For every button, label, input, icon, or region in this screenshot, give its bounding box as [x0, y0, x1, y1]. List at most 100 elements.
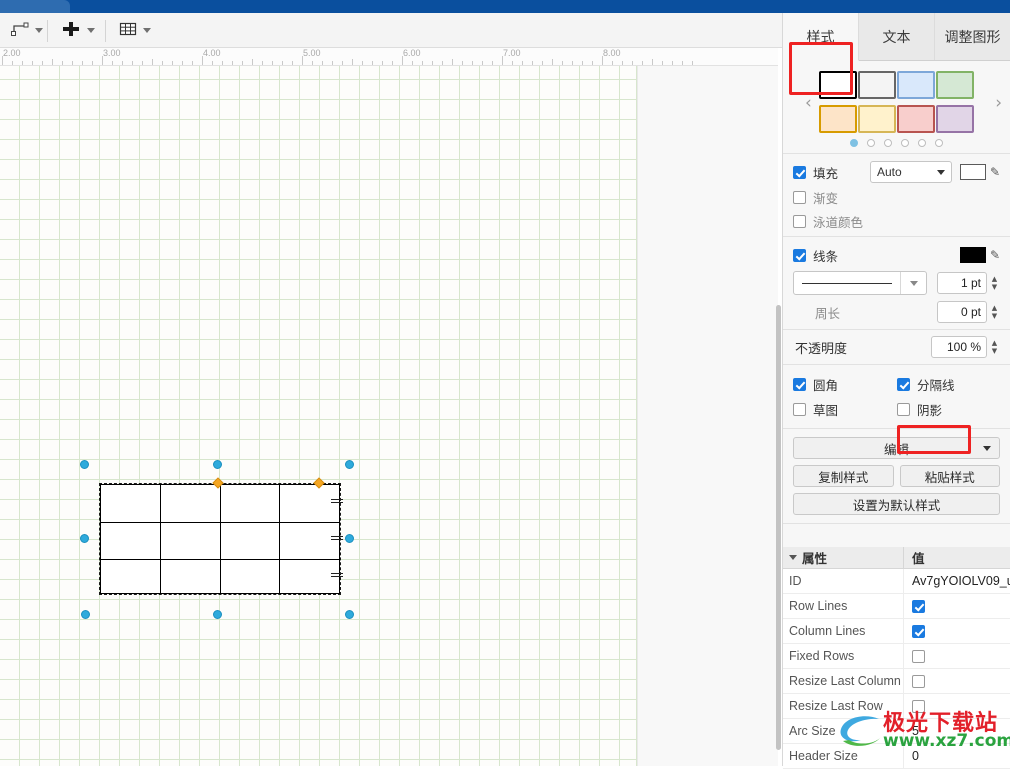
line-style-dropdown[interactable] [900, 272, 926, 294]
line-color-swatch[interactable] [959, 247, 986, 263]
resize-handle-top-left[interactable] [80, 460, 89, 469]
canvas-vertical-scrollbar[interactable] [775, 66, 782, 766]
edit-button[interactable]: 编辑 [793, 437, 1000, 459]
fill-style-select[interactable]: Auto [869, 161, 952, 183]
sketch-checkbox[interactable] [793, 402, 806, 416]
tab-text[interactable]: 文本 [859, 13, 935, 60]
swatch-page-dot[interactable] [901, 139, 909, 147]
swatch-page-dot[interactable] [918, 139, 926, 147]
swatch-page-dot[interactable] [867, 139, 875, 147]
tab-style-label: 样式 [806, 28, 835, 45]
line-checkbox[interactable] [793, 248, 806, 262]
ruler-tick [192, 61, 193, 65]
swatch-prev-arrow[interactable]: ‹ [805, 93, 812, 113]
swimlane-color-checkbox[interactable] [793, 215, 806, 228]
ruler-tick [222, 61, 223, 65]
property-checkbox[interactable] [912, 674, 925, 688]
eyedropper-icon[interactable]: ✎ [990, 248, 1000, 262]
ruler-label: 3.00 [103, 48, 121, 58]
property-checkbox[interactable] [912, 649, 925, 663]
line-style-row: 1 pt ▲ ▼ [793, 270, 1000, 296]
property-checkbox[interactable] [912, 624, 925, 638]
divider-checkbox[interactable] [897, 377, 910, 391]
ruler-tick [252, 59, 253, 65]
diagram-canvas[interactable] [0, 66, 637, 766]
line-width-input[interactable]: 1 pt [937, 272, 987, 294]
line-width-stepper[interactable]: ▲ ▼ [989, 275, 1000, 291]
insert-dropdown-caret[interactable] [87, 28, 95, 33]
copy-style-button[interactable]: 复制样式 [793, 465, 894, 487]
table-dropdown-caret[interactable] [143, 28, 151, 33]
format-panel-tabs: 样式 文本 调整图形 [783, 13, 1010, 61]
ruler-tick [272, 61, 273, 65]
perimeter-input[interactable]: 0 pt [937, 301, 987, 323]
ruler-tick [362, 61, 363, 65]
line-label: 线条 [813, 249, 839, 264]
waypoint-button[interactable] [8, 19, 48, 43]
ruler-tick [202, 56, 203, 65]
shadow-checkbox[interactable] [897, 402, 910, 416]
row-resize-grip[interactable] [331, 499, 343, 506]
opacity-input[interactable]: 100 % [931, 336, 987, 358]
row-resize-grip[interactable] [331, 536, 343, 543]
canvas-scrollbar-thumb[interactable] [776, 305, 781, 750]
property-value[interactable]: 0 [903, 744, 1010, 768]
perimeter-row: 周长 0 pt ▲ ▼ [793, 299, 1000, 325]
style-swatch[interactable] [858, 71, 896, 99]
ruler-tick [542, 61, 543, 65]
tab-arrange[interactable]: 调整图形 [935, 13, 1010, 60]
swatch-page-dot[interactable] [850, 139, 858, 147]
waypoint-dropdown-caret[interactable] [35, 28, 43, 33]
style-swatch[interactable] [936, 71, 974, 99]
ruler-tick [602, 56, 603, 65]
fill-checkbox[interactable] [793, 165, 806, 179]
property-checkbox[interactable] [912, 699, 925, 713]
chevron-down-icon [983, 445, 991, 451]
resize-handle-middle-left[interactable] [80, 534, 89, 543]
fill-color-swatch[interactable] [959, 164, 986, 180]
resize-handle-bottom-center[interactable] [213, 610, 222, 619]
resize-handle-middle-right[interactable] [345, 534, 354, 543]
tab-style[interactable]: 样式 [783, 13, 859, 61]
window-title-bar [0, 0, 1010, 13]
insert-table-button[interactable] [116, 19, 156, 43]
swatch-next-arrow[interactable]: › [995, 93, 1002, 113]
property-checkbox[interactable] [912, 599, 925, 613]
insert-button[interactable] [58, 19, 100, 43]
opacity-section: 不透明度 100 % ▲ ▼ [783, 330, 1010, 365]
table-body[interactable] [100, 484, 340, 594]
property-value [903, 669, 1010, 693]
row-resize-grip[interactable] [331, 573, 343, 580]
properties-header-name-cell[interactable]: 属性 [783, 548, 903, 567]
property-value[interactable]: Av7gYOIOLV09_u [903, 569, 1010, 593]
perimeter-stepper[interactable]: ▲ ▼ [989, 304, 1000, 320]
swatch-page-dot[interactable] [935, 139, 943, 147]
resize-handle-bottom-left[interactable] [81, 610, 90, 619]
resize-handle-top-right[interactable] [345, 460, 354, 469]
resize-handle-top-center[interactable] [213, 460, 222, 469]
style-swatch[interactable] [819, 71, 857, 99]
canvas-area[interactable] [0, 66, 781, 766]
swatch-page-dot[interactable] [884, 139, 892, 147]
table-shape[interactable] [80, 460, 354, 619]
property-value [903, 594, 1010, 618]
collapse-triangle-icon[interactable] [789, 555, 797, 560]
property-value[interactable]: 5 [903, 719, 1010, 743]
eyedropper-icon[interactable]: ✎ [990, 165, 1000, 179]
style-swatch[interactable] [819, 105, 857, 133]
style-swatch[interactable] [858, 105, 896, 133]
line-style-select[interactable] [793, 271, 927, 295]
resize-handle-bottom-right[interactable] [345, 610, 354, 619]
ruler-tick [632, 61, 633, 65]
style-swatch[interactable] [897, 71, 935, 99]
set-default-style-button[interactable]: 设置为默认样式 [793, 493, 1000, 515]
fill-style-value: Auto [876, 165, 902, 179]
rounded-checkbox[interactable] [793, 377, 806, 391]
style-swatch[interactable] [936, 105, 974, 133]
paste-style-button[interactable]: 粘贴样式 [899, 465, 1000, 487]
opacity-stepper[interactable]: ▲ ▼ [989, 339, 1000, 355]
divider-row: 分隔线 [897, 373, 1000, 395]
style-swatch[interactable] [897, 105, 935, 133]
table-row-line [101, 522, 339, 523]
gradient-checkbox[interactable] [793, 191, 806, 204]
